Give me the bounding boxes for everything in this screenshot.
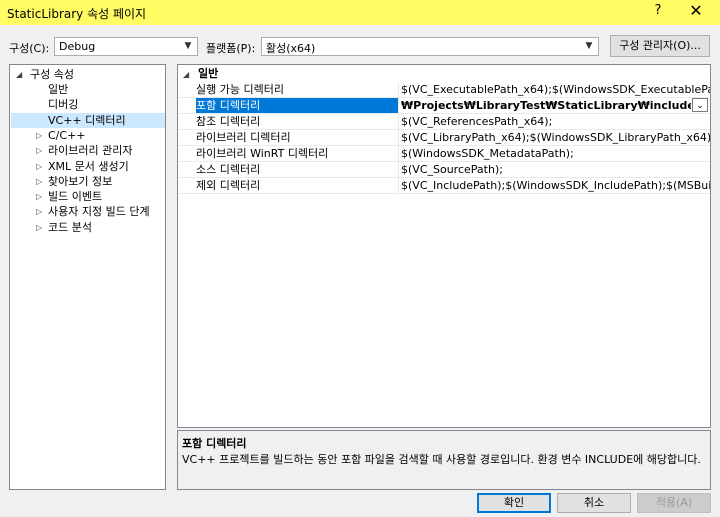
help-button[interactable]: ?: [648, 3, 668, 21]
column-divider: [398, 130, 399, 146]
tree-item-label: 사용자 지정 빌드 단계: [48, 205, 150, 219]
property-row[interactable]: 소스 디렉터리 $(VC_SourcePath);: [178, 162, 710, 178]
collapse-triangle-icon[interactable]: ◢: [16, 67, 22, 82]
expand-triangle-icon[interactable]: ▷: [36, 128, 42, 143]
category-label: 일반: [198, 67, 219, 80]
expand-triangle-icon[interactable]: ▷: [36, 143, 42, 158]
property-name: 소스 디렉터리: [196, 163, 261, 176]
cancel-button[interactable]: 취소: [557, 493, 631, 513]
config-manager-button[interactable]: 구성 관리자(O)...: [610, 35, 710, 57]
tree-item-label: VC++ 디렉터리: [48, 113, 126, 127]
platform-select-value: 활성(x64): [266, 42, 316, 55]
property-row[interactable]: 실행 가능 디렉터리 $(VC_ExecutablePath_x64);$(Win…: [178, 82, 710, 98]
property-value: $(VC_IncludePath);$(WindowsSDK_IncludePa…: [401, 179, 710, 192]
collapse-triangle-icon[interactable]: ◢: [183, 68, 189, 82]
config-label: 구성(C):: [9, 42, 50, 55]
description-text: VC++ 프로젝트를 빌드하는 동안 포함 파일을 검색할 때 사용할 경로입니…: [182, 453, 701, 466]
property-value: $(VC_ReferencesPath_x64);: [401, 115, 553, 128]
ok-button[interactable]: 확인: [477, 493, 551, 513]
tree-item-label: 빌드 이벤트: [48, 190, 103, 204]
chevron-down-icon: ▼: [184, 41, 192, 51]
config-select-value: Debug: [59, 40, 96, 53]
tree-root-label: 구성 속성: [30, 68, 74, 81]
value-dropdown-button[interactable]: ⌄: [692, 98, 708, 112]
column-divider: [398, 82, 399, 98]
window-title: StaticLibrary 속성 페이지: [7, 7, 147, 21]
apply-button[interactable]: 적용(A): [637, 493, 711, 513]
platform-label: 플랫폼(P):: [206, 42, 256, 55]
property-name: 실행 가능 디렉터리: [196, 83, 284, 96]
property-grid[interactable]: ◢ 일반 실행 가능 디렉터리 $(VC_ExecutablePath_x64);…: [177, 64, 711, 428]
platform-select[interactable]: 활성(x64) ▼: [261, 37, 599, 56]
property-tree[interactable]: ◢ 구성 속성 일반디버깅 VC++ 디렉터리 ▷ C/C++ ▷ 라이브러리 관리자 ▷ X…: [9, 64, 166, 490]
tree-item-label: 찾아보기 정보: [48, 174, 113, 188]
column-divider: [398, 114, 399, 130]
expand-triangle-icon[interactable]: ▷: [36, 204, 42, 219]
property-value: $(VC_ExecutablePath_x64);$(WindowsSDK_Ex…: [401, 83, 710, 96]
expand-triangle-icon[interactable]: ▷: [36, 159, 42, 174]
property-row[interactable]: 라이브러리 WinRT 디렉터리 $(WindowsSDK_MetadataPat…: [178, 146, 710, 162]
tree-item-label: 코드 분석: [48, 220, 92, 234]
tree-item-label: XML 문서 생성기: [48, 159, 129, 173]
tree-item-label: C/C++: [48, 128, 86, 142]
column-divider: [398, 98, 399, 114]
description-panel: 포함 디렉터리 VC++ 프로젝트를 빌드하는 동안 포함 파일을 검색할 때 …: [177, 430, 711, 490]
property-name: 포함 디렉터리: [196, 98, 398, 113]
tree-item-label: 라이브러리 관리자: [48, 144, 133, 158]
property-value: $(VC_LibraryPath_x64);$(WindowsSDK_Libra…: [401, 131, 710, 144]
property-value[interactable]: ₩Projects₩LibraryTest₩StaticLibrary₩incl…: [401, 98, 691, 113]
property-row[interactable]: 제외 디렉터리 $(VC_IncludePath);$(WindowsSDK_In…: [178, 178, 710, 194]
property-row[interactable]: 포함 디렉터리 ₩Projects₩LibraryTest₩StaticLibra…: [178, 98, 710, 114]
column-divider: [398, 162, 399, 178]
title-bar: StaticLibrary 속성 페이지 ? ✕: [0, 0, 720, 25]
property-value: $(WindowsSDK_MetadataPath);: [401, 147, 574, 160]
property-name: 라이브러리 WinRT 디렉터리: [196, 147, 329, 160]
property-name: 참조 디렉터리: [196, 115, 261, 128]
tree-item-label: 일반: [48, 83, 69, 96]
expand-triangle-icon[interactable]: ▷: [36, 220, 42, 235]
property-value: $(VC_SourcePath);: [401, 163, 503, 176]
tree-item-label: 디버깅: [48, 98, 79, 112]
expand-triangle-icon[interactable]: ▷: [36, 174, 42, 189]
property-row[interactable]: 라이브러리 디렉터리 $(VC_LibraryPath_x64);$(Window…: [178, 130, 710, 146]
column-divider: [398, 146, 399, 162]
chevron-down-icon: ▼: [585, 41, 593, 51]
property-row[interactable]: 참조 디렉터리 $(VC_ReferencesPath_x64);: [178, 114, 710, 130]
expand-triangle-icon[interactable]: ▷: [36, 189, 42, 204]
tree-item[interactable]: VC++ 디렉터리: [11, 112, 165, 128]
description-title: 포함 디렉터리: [182, 437, 247, 450]
close-button[interactable]: ✕: [684, 1, 708, 23]
column-divider: [398, 178, 399, 194]
property-name: 제외 디렉터리: [196, 179, 261, 192]
property-name: 라이브러리 디렉터리: [196, 131, 291, 144]
config-select[interactable]: Debug ▼: [54, 37, 198, 56]
